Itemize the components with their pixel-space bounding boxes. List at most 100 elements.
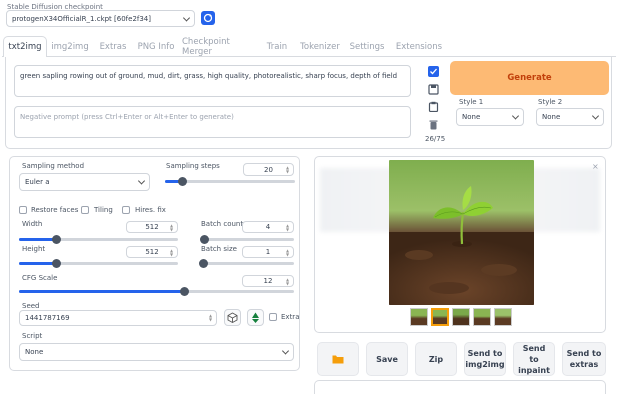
height-value: 512 [145, 248, 159, 256]
checkpoint-value: protogenX34OfficialR_1.ckpt [60fe2f34] [12, 14, 151, 23]
restore-faces-label: Restore faces [31, 206, 79, 214]
send-to-inpaint-button[interactable]: Send to inpaint [513, 342, 555, 376]
seed-label: Seed [22, 302, 40, 310]
style2-label: Style 2 [538, 98, 563, 106]
tiling-label: Tiling [94, 206, 113, 214]
batch-size-value: 1 [265, 248, 271, 256]
batch-count-slider[interactable] [199, 235, 294, 244]
batch-size-input[interactable]: 1 ▲ ▼ [242, 246, 294, 258]
hires-fix-checkbox[interactable] [122, 206, 130, 214]
thumbnail-4[interactable] [473, 308, 491, 326]
style1-label: Style 1 [459, 98, 484, 106]
chevron-down-icon [281, 347, 290, 355]
prompt-input[interactable]: green sapling rowing out of ground, mud,… [14, 65, 411, 97]
style1-select[interactable]: None [456, 108, 524, 126]
tab-tokenizer[interactable]: Tokenizer [297, 36, 343, 57]
negative-prompt-input[interactable]: Negative prompt (press Ctrl+Enter or Alt… [14, 106, 411, 138]
spinner-icon: ▲ ▼ [285, 248, 290, 257]
thumbnail-3[interactable] [452, 308, 470, 326]
open-folder-button[interactable] [317, 342, 359, 376]
batch-count-value: 4 [265, 223, 271, 231]
tiling-checkbox[interactable] [81, 206, 89, 214]
cfg-scale-value: 12 [263, 277, 273, 285]
sampling-method-select[interactable]: Euler a [19, 173, 150, 191]
chevron-down-icon [182, 13, 191, 22]
checkpoint-select[interactable]: protogenX34OfficialR_1.ckpt [60fe2f34] [6, 10, 195, 27]
tab-img2img[interactable]: img2img [48, 36, 92, 57]
generated-image[interactable] [389, 160, 534, 305]
reuse-seed-button[interactable] [247, 309, 264, 326]
seed-input[interactable]: 1441787169 ▲ ▼ [19, 310, 217, 326]
thumbnail-1[interactable] [410, 308, 428, 326]
refresh-icon [203, 13, 213, 23]
height-label: Height [22, 245, 46, 253]
thumbnail-2[interactable] [431, 308, 449, 326]
sampling-method-value: Euler a [25, 178, 50, 186]
chevron-down-icon [591, 112, 600, 120]
paste-icon[interactable] [428, 101, 439, 113]
width-value: 512 [145, 223, 159, 231]
tab-settings[interactable]: Settings [347, 36, 387, 57]
batch-count-label: Batch count [201, 220, 244, 228]
generate-button[interactable]: Generate [450, 61, 609, 95]
script-value: None [25, 348, 44, 356]
dice-icon [227, 312, 238, 324]
trash-icon[interactable] [428, 119, 439, 130]
thumbnail-5[interactable] [494, 308, 512, 326]
seed-value: 1441787169 [25, 314, 70, 322]
token-counter: 26/75 [425, 135, 446, 143]
height-slider[interactable] [19, 259, 178, 268]
extra-seed-checkbox[interactable] [269, 313, 277, 321]
script-select[interactable]: None [19, 343, 294, 361]
prompt-text: green sapling rowing out of ground, mud,… [20, 72, 398, 80]
random-seed-button[interactable] [224, 309, 241, 326]
width-slider[interactable] [19, 235, 178, 244]
cfg-scale-slider[interactable] [19, 287, 294, 296]
zip-button[interactable]: Zip [415, 342, 457, 376]
extra-seed-label: Extra [281, 313, 300, 321]
sampling-method-label: Sampling method [22, 162, 85, 170]
sampling-steps-label: Sampling steps [166, 162, 220, 170]
save-style-icon[interactable] [428, 84, 439, 95]
sampling-steps-input[interactable]: 20 ▲ ▼ [243, 163, 294, 176]
chevron-down-icon [137, 177, 146, 185]
send-to-extras-button[interactable]: Send to extras [562, 342, 606, 376]
tab-txt2img[interactable]: txt2img [3, 36, 47, 57]
spinner-icon: ▲ ▼ [169, 223, 174, 232]
spinner-icon: ▲ ▼ [285, 165, 290, 174]
negative-prompt-placeholder: Negative prompt (press Ctrl+Enter or Alt… [20, 113, 234, 121]
style1-value: None [462, 113, 481, 121]
restore-faces-checkbox[interactable] [19, 206, 27, 214]
refresh-button[interactable] [201, 11, 215, 25]
cfg-scale-label: CFG Scale [22, 274, 58, 282]
tab-checkpoint-merger[interactable]: Checkpoint Merger [182, 36, 258, 57]
width-input[interactable]: 512 ▲ ▼ [126, 221, 178, 233]
recycle-icon [252, 312, 259, 323]
spinner-icon: ▲ ▼ [169, 248, 174, 257]
save-button[interactable]: Save [366, 342, 408, 376]
spinner-icon: ▲ ▼ [208, 313, 213, 322]
script-label: Script [22, 332, 43, 340]
apply-icon[interactable] [428, 66, 439, 77]
batch-count-input[interactable]: 4 ▲ ▼ [242, 221, 294, 233]
folder-icon [332, 355, 344, 364]
batch-size-slider[interactable] [199, 259, 294, 268]
tab-extras[interactable]: Extras [95, 36, 131, 57]
style2-select[interactable]: None [536, 108, 604, 126]
style2-value: None [542, 113, 561, 121]
cfg-scale-input[interactable]: 12 ▲ ▼ [242, 275, 294, 287]
height-input[interactable]: 512 ▲ ▼ [126, 246, 178, 258]
sampling-steps-value: 20 [264, 165, 273, 174]
chevron-down-icon [511, 112, 520, 120]
send-to-img2img-button[interactable]: Send to img2img [464, 342, 506, 376]
width-label: Width [22, 220, 43, 228]
spinner-icon: ▲ ▼ [285, 223, 290, 232]
tab-train[interactable]: Train [262, 36, 292, 57]
hires-fix-label: Hires. fix [135, 206, 166, 214]
generation-info-panel [314, 380, 606, 394]
close-icon[interactable]: × [592, 162, 599, 171]
sapling-image [389, 160, 534, 305]
sampling-steps-slider[interactable] [165, 177, 295, 186]
tab-png-info[interactable]: PNG Info [134, 36, 178, 57]
tab-extensions[interactable]: Extensions [392, 36, 446, 57]
